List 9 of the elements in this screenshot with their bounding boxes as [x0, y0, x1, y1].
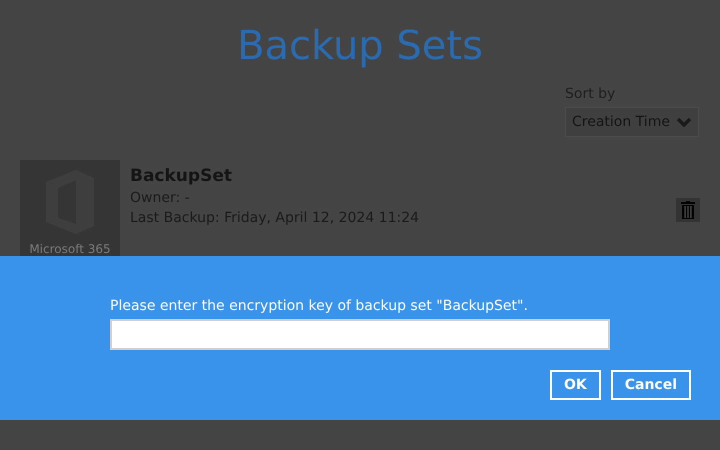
- encryption-key-field[interactable]: [110, 319, 610, 350]
- cancel-button[interactable]: Cancel: [610, 370, 691, 400]
- ok-button[interactable]: OK: [550, 370, 601, 400]
- trash-icon: [681, 201, 695, 219]
- thumbnail-caption: Microsoft 365: [29, 242, 111, 256]
- delete-button[interactable]: [676, 198, 700, 222]
- chevron-down-icon: [676, 117, 692, 127]
- page-title: Backup Sets: [236, 22, 484, 71]
- dialog-message: Please enter the encryption key of backup set "BackupSet".: [110, 297, 529, 316]
